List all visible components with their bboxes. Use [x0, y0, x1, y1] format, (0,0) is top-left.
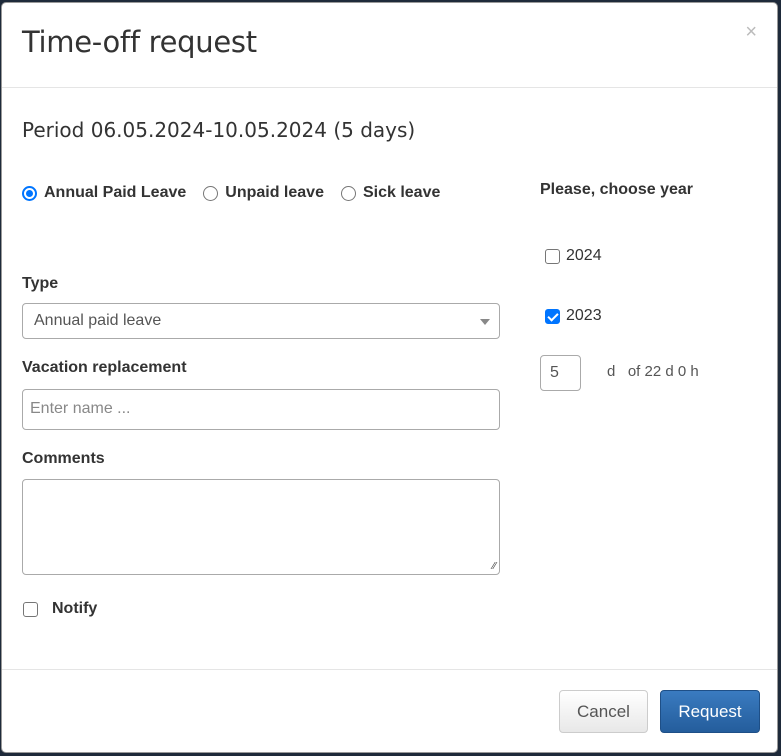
days-value: 5 [550, 364, 559, 381]
radio-button-checked[interactable] [22, 185, 37, 201]
radio-unpaid-leave[interactable]: Unpaid leave [203, 184, 324, 202]
notify-label: Notify [52, 600, 98, 617]
dialog-footer-divider [2, 669, 777, 670]
year-label: 2024 [566, 247, 602, 264]
type-select-value: Annual paid leave [34, 312, 162, 329]
choose-year-title: Please, choose year [540, 181, 693, 198]
radio-annual-paid-leave[interactable]: Annual Paid Leave [22, 184, 186, 202]
replacement-placeholder: Enter name ... [30, 400, 131, 417]
time-off-dialog: Time-off request × Period 06.05.2024-10.… [1, 2, 778, 753]
replacement-label: Vacation replacement [22, 359, 187, 376]
days-input[interactable]: 5 [540, 355, 581, 391]
request-button[interactable]: Request [660, 690, 760, 733]
type-label: Type [22, 275, 59, 292]
year-option-2024[interactable]: 2024 [545, 247, 602, 265]
radio-label: Sick leave [362, 184, 441, 201]
year-option-2023[interactable]: 2023 [545, 307, 602, 325]
leave-type-radio-group: Annual Paid Leave Unpaid leave Sick leav… [22, 184, 457, 202]
year-label: 2023 [566, 307, 602, 324]
year-checkbox[interactable] [545, 248, 560, 264]
year-checkbox-checked[interactable] [545, 308, 560, 324]
days-balance-text: d of 22 d 0 h [607, 363, 699, 380]
type-select[interactable]: Annual paid leave [22, 303, 500, 339]
dialog-header: Time-off request × [2, 3, 777, 88]
notify-checkbox[interactable] [23, 601, 38, 617]
caret-down-icon [480, 319, 490, 325]
dialog-title: Time-off request [22, 25, 257, 59]
period-heading: Period 06.05.2024-10.05.2024 (5 days) [22, 118, 416, 142]
radio-button[interactable] [340, 185, 356, 201]
radio-label: Unpaid leave [225, 184, 324, 201]
notify-checkbox-row[interactable]: Notify [23, 600, 97, 618]
radio-button[interactable] [203, 185, 219, 201]
cancel-button[interactable]: Cancel [559, 690, 648, 733]
radio-label: Annual Paid Leave [44, 184, 187, 201]
comments-label: Comments [22, 450, 105, 467]
radio-sick-leave[interactable]: Sick leave [340, 184, 441, 202]
resize-grip-icon[interactable]: ⁄⁄ [493, 561, 496, 572]
comments-textarea[interactable]: ⁄⁄ [22, 479, 500, 575]
replacement-input[interactable]: Enter name ... [22, 389, 500, 430]
close-icon[interactable]: × [745, 21, 757, 44]
